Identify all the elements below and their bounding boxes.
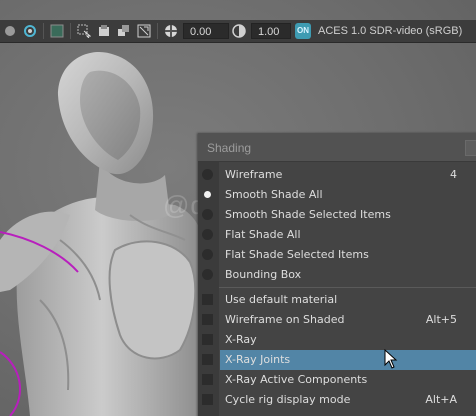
menu-close-button[interactable] (465, 140, 476, 156)
menu-item-x-ray-active-components[interactable]: X-Ray Active Components (198, 370, 476, 390)
menu-item-smooth-shade-all[interactable]: Smooth Shade All (198, 185, 476, 205)
bookmark-icon[interactable] (96, 23, 112, 39)
viewport-toolbar: 0.00 1.00 ON ACES 1.0 SDR-video (sRGB) (0, 20, 476, 43)
toolbar-divider (157, 23, 158, 39)
menu-item-label: Flat Shade All (225, 228, 301, 241)
menu-item-x-ray-joints[interactable]: X-Ray Joints (198, 350, 476, 370)
exposure-icon[interactable] (163, 23, 179, 39)
radio-icon (202, 209, 213, 220)
menu-item-label: Smooth Shade Selected Items (225, 208, 391, 221)
rig-curve (0, 351, 22, 416)
menu-item-label: Wireframe on Shaded (225, 313, 345, 326)
menu-item-label: Bounding Box (225, 268, 302, 281)
radio-icon (202, 269, 213, 280)
select-camera-icon[interactable] (76, 23, 92, 39)
checkbox-icon (202, 334, 213, 345)
menu-item-label: X-Ray (225, 333, 257, 346)
color-management-toggle[interactable]: ON (295, 23, 311, 39)
3d-viewport[interactable]: 0.00 1.00 ON ACES 1.0 SDR-video (sRGB) @… (0, 0, 476, 416)
image-plane-icon[interactable] (116, 23, 132, 39)
menu-item-flat-shade-all[interactable]: Flat Shade All (198, 225, 476, 245)
checkbox-icon (202, 394, 213, 405)
menu-item-shortcut: Alt+5 (425, 313, 457, 326)
menu-item-shortcut: Alt+A (425, 393, 457, 406)
toolbar-divider (43, 23, 44, 39)
grid-icon[interactable] (49, 23, 65, 39)
menu-item-label: Cycle rig display mode (225, 393, 351, 406)
radio-selected-icon (204, 191, 211, 198)
menu-header[interactable]: Shading (198, 133, 476, 162)
checkbox-icon (202, 314, 213, 325)
menu-item-label: X-Ray Joints (225, 353, 291, 366)
gamma-field[interactable]: 1.00 (251, 23, 291, 39)
radio-icon (202, 169, 213, 180)
menu-item-use-default-material[interactable]: Use default material (198, 290, 476, 310)
mouse-cursor-icon (384, 349, 398, 369)
shading-menu: Shading Wireframe 4 Smooth Shade All Smo… (198, 133, 476, 416)
menu-item-wireframe[interactable]: Wireframe 4 (198, 165, 476, 185)
menu-item-wireframe-on-shaded[interactable]: Wireframe on Shaded Alt+5 (198, 310, 476, 330)
menu-title: Shading (207, 141, 252, 155)
checkbox-icon (202, 354, 213, 365)
wireframe-shading-icon[interactable] (2, 23, 18, 39)
menu-item-smooth-shade-selected[interactable]: Smooth Shade Selected Items (198, 205, 476, 225)
menu-item-label: Wireframe (225, 168, 283, 181)
menu-divider (219, 287, 476, 288)
isolate-select-icon[interactable] (22, 23, 38, 39)
menu-item-label: X-Ray Active Components (225, 373, 368, 386)
gamma-icon[interactable] (231, 23, 247, 39)
checkbox-icon (202, 374, 213, 385)
menu-item-x-ray[interactable]: X-Ray (198, 330, 476, 350)
menu-item-label: Flat Shade Selected Items (225, 248, 369, 261)
chest-plate-shape (108, 240, 197, 360)
menu-item-shortcut: 4 (450, 168, 457, 181)
exposure-field[interactable]: 0.00 (183, 23, 229, 39)
toolbar-divider (70, 23, 71, 39)
radio-icon (202, 229, 213, 240)
film-gate-icon[interactable] (136, 23, 152, 39)
radio-icon (202, 249, 213, 260)
menu-item-bounding-box[interactable]: Bounding Box (198, 265, 476, 285)
checkbox-icon (202, 294, 213, 305)
menu-item-cycle-rig-display-mode[interactable]: Cycle rig display mode Alt+A (198, 390, 476, 410)
menu-item-label: Smooth Shade All (225, 188, 323, 201)
view-transform-label[interactable]: ACES 1.0 SDR-video (sRGB) (318, 25, 462, 37)
menu-item-label: Use default material (225, 293, 338, 306)
menu-item-flat-shade-selected[interactable]: Flat Shade Selected Items (198, 245, 476, 265)
